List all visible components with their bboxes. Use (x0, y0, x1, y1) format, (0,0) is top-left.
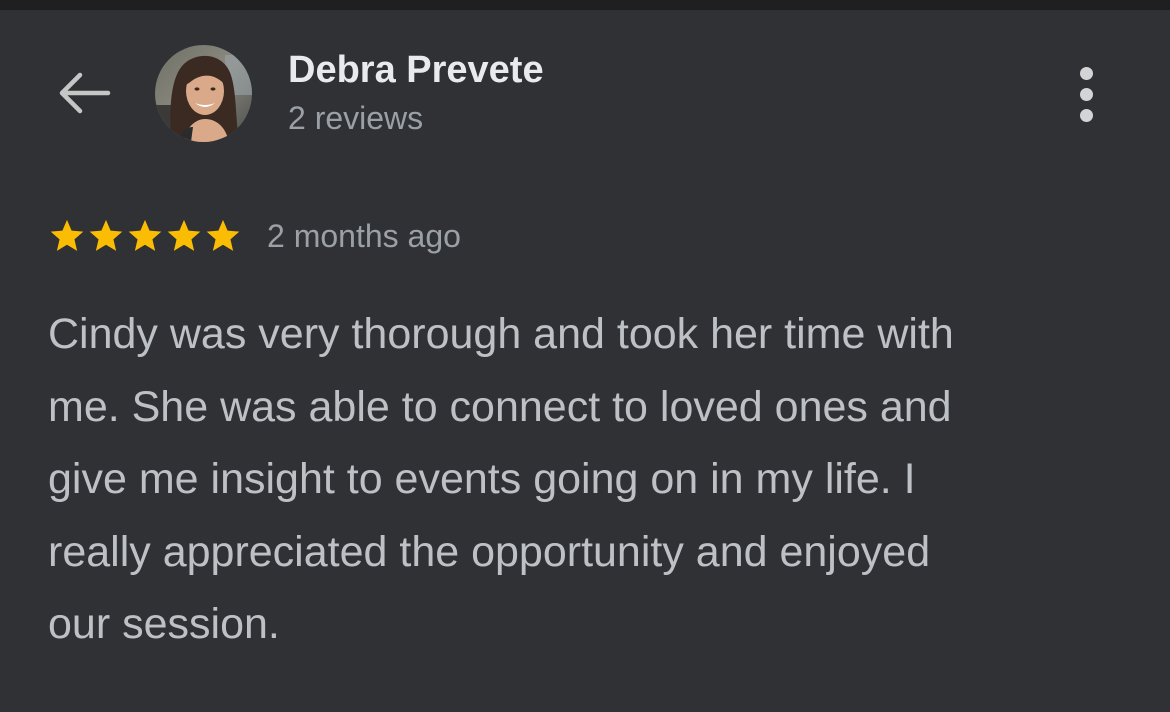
back-button[interactable] (50, 62, 120, 124)
more-vertical-icon-dot (1079, 87, 1093, 101)
rating-row: 2 months ago (48, 212, 461, 260)
star-icon (50, 219, 84, 251)
more-options-button[interactable] (1062, 62, 1110, 126)
review-text-line: give me insight to events going on in my… (48, 455, 916, 503)
review-text-line: Cindy was very thorough and took her tim… (48, 310, 954, 358)
reviewer-avatar-photo (155, 45, 252, 142)
review-body: Cindy was very thorough and took her tim… (48, 298, 1128, 661)
top-edge-bar (0, 0, 1170, 10)
more-vertical-icon-dot (1079, 108, 1093, 122)
review-screen: Debra Prevete 2 reviews 2 months ago Cin… (0, 0, 1170, 712)
star-icon (128, 219, 162, 251)
review-text-line: me. She was able to connect to loved one… (48, 382, 952, 431)
review-date: 2 months ago (267, 217, 461, 254)
avatar[interactable] (155, 45, 252, 142)
review-count: 2 reviews (288, 100, 424, 136)
star-rating (48, 217, 242, 255)
review-text-line: really appreciated the opportunity and e… (48, 527, 931, 576)
arrow-left-icon (59, 72, 111, 114)
star-icon (167, 219, 201, 251)
review-text-line: our session. (48, 600, 280, 648)
reviewer-name[interactable]: Debra Prevete (288, 48, 544, 92)
more-vertical-icon (1079, 66, 1093, 80)
star-icon (89, 219, 123, 251)
star-icon (206, 219, 240, 251)
